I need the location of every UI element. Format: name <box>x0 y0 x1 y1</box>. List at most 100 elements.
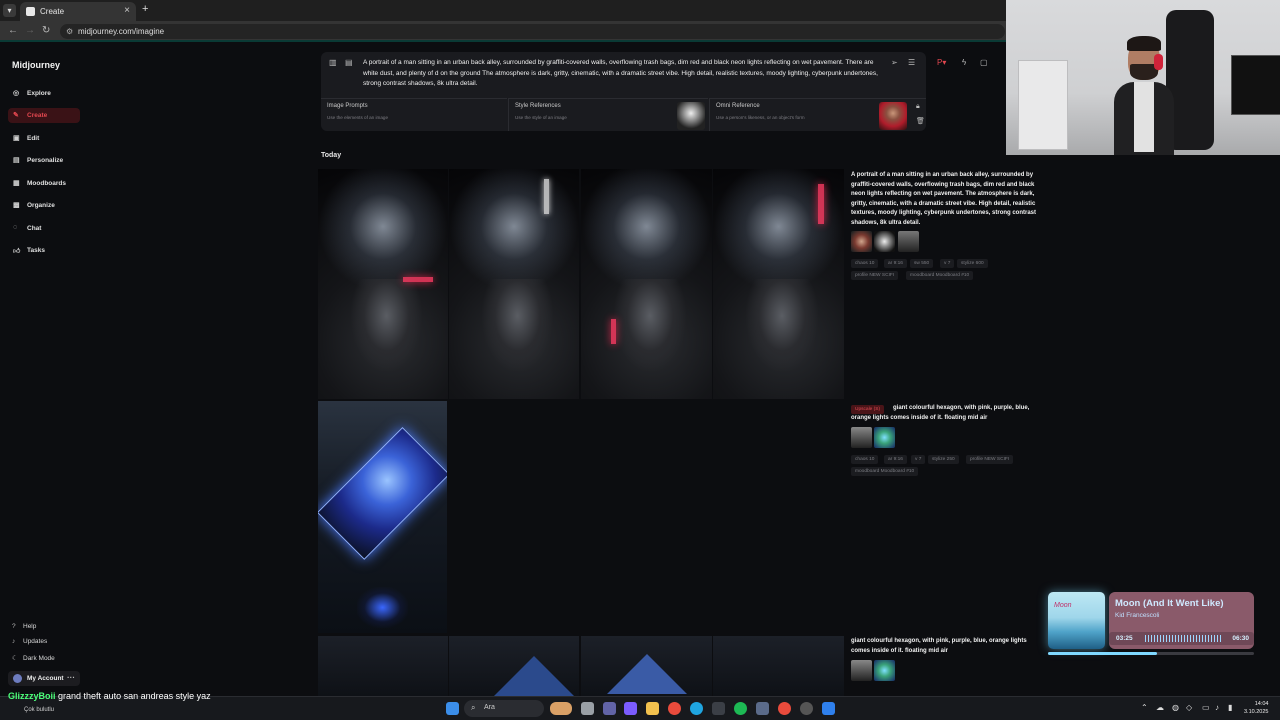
monitor <box>1231 55 1280 115</box>
new-tab-button[interactable]: + <box>142 3 148 15</box>
app-icon[interactable] <box>756 702 769 715</box>
settings-sliders-icon[interactable]: ☰ <box>908 58 915 67</box>
sidebar-item-help[interactable]: ? Help <box>12 623 36 630</box>
file-explorer-icon[interactable] <box>646 702 659 715</box>
forward-icon[interactable]: → <box>25 25 35 36</box>
chrome-icon[interactable] <box>668 702 681 715</box>
store-icon[interactable] <box>712 702 725 715</box>
system-clock[interactable]: 14:04 3.10.2025 <box>1244 700 1268 716</box>
generated-image[interactable] <box>713 636 844 696</box>
copilot-icon[interactable] <box>624 702 637 715</box>
sidebar-item-dark-mode[interactable]: ☾ Dark Mode <box>12 654 55 662</box>
site-info-icon[interactable]: ⚙ <box>66 27 73 36</box>
omni-reference-thumbnail[interactable] <box>879 102 907 130</box>
address-bar[interactable]: ⚙ midjourney.com/imagine <box>60 24 1005 39</box>
prompt-input[interactable]: A portrait of a man sitting in an urban … <box>363 58 888 90</box>
personalize-toggle-icon[interactable]: P▾ <box>937 58 946 67</box>
param-chip[interactable]: profile NEW SCIFI <box>851 271 899 280</box>
generated-image[interactable] <box>581 169 712 399</box>
reference-thumbnail[interactable] <box>874 427 895 448</box>
sidebar-item-create[interactable]: ✎ Create <box>8 108 80 123</box>
param-chip[interactable]: moodboard Moodboard #10 <box>906 271 974 280</box>
task-view-icon[interactable] <box>581 702 594 715</box>
style-references-panel[interactable]: Style References Use the style of an ima… <box>508 98 708 131</box>
sidebar-item-organize[interactable]: ▩ Organize <box>8 198 80 213</box>
sidebar-item-updates[interactable]: ♪ Updates <box>12 638 47 645</box>
param-chip[interactable]: stylize 250 <box>928 455 959 464</box>
sidebar-item-explore[interactable]: ◎ Explore <box>8 86 80 101</box>
cloud-icon[interactable]: ☁ <box>1156 703 1164 712</box>
obs-icon[interactable] <box>800 702 813 715</box>
volume-icon[interactable]: ♪ <box>1215 703 1219 712</box>
back-icon[interactable]: ← <box>8 25 18 36</box>
generated-image[interactable] <box>318 401 447 633</box>
param-chip[interactable]: moodboard Moodboard #10 <box>851 467 919 476</box>
tab-menu-button[interactable]: ▾ <box>3 4 16 17</box>
param-chip[interactable]: v 7 <box>940 259 955 268</box>
param-chip[interactable]: stylize 600 <box>957 259 988 268</box>
generated-image[interactable] <box>449 169 579 399</box>
more-icon[interactable]: ··· <box>67 673 75 682</box>
job-prompt[interactable]: giant colourful hexagon, with pink, purp… <box>851 637 1046 656</box>
generated-image[interactable] <box>318 169 448 399</box>
param-chip[interactable]: ar 9:16 <box>884 259 907 268</box>
image-upload-icon[interactable]: ▥ <box>329 58 337 67</box>
battery-icon[interactable]: ▮ <box>1228 703 1232 712</box>
app-tray-icon[interactable]: ◇ <box>1186 703 1192 712</box>
reference-thumbnail[interactable] <box>874 231 895 252</box>
neon-sign <box>544 179 549 214</box>
my-account-button[interactable]: My Account ··· <box>8 671 80 686</box>
trash-icon[interactable]: 🗑︎ <box>916 117 925 125</box>
close-tab-icon[interactable]: × <box>124 5 130 16</box>
taskbar-search[interactable]: ⌕ Ara <box>464 700 544 717</box>
style-reference-thumbnail[interactable] <box>677 102 705 130</box>
clock-time: 14:04 <box>1254 701 1269 707</box>
reference-thumbnail[interactable] <box>874 660 895 681</box>
reference-thumbnail[interactable] <box>851 231 872 252</box>
speed-icon[interactable]: ϟ <box>962 58 966 67</box>
windows-start-icon[interactable] <box>446 702 459 715</box>
job-prompt[interactable]: giant colourful hexagon, with pink, purp… <box>851 404 1046 423</box>
brand-logo[interactable]: Midjourney <box>12 60 60 70</box>
prompt-mode-icon[interactable]: ▤ <box>345 58 353 67</box>
send-icon[interactable]: ➢ <box>891 58 898 67</box>
app-icon[interactable] <box>822 702 835 715</box>
job-prompt[interactable]: A portrait of a man sitting in an urban … <box>851 171 1046 228</box>
generated-image[interactable] <box>449 636 579 696</box>
image-prompts-title: Image Prompts <box>327 103 368 109</box>
tray-expand-icon[interactable]: ⌃ <box>1141 703 1148 712</box>
browser-tab[interactable]: Create × <box>20 2 136 21</box>
image-prompts-panel[interactable]: Image Prompts Use the elements of an ima… <box>321 98 507 131</box>
chat-mode-icon[interactable]: ▢ <box>980 58 988 67</box>
generated-image[interactable] <box>581 636 712 696</box>
chrome-profile-icon[interactable] <box>778 702 791 715</box>
reference-thumbnail[interactable] <box>851 660 872 681</box>
sidebar-item-moodboards[interactable]: ▦ Moodboards <box>8 176 80 191</box>
param-chip[interactable]: profile NEW SCIFI <box>966 455 1014 464</box>
spotify-icon[interactable] <box>734 702 747 715</box>
sidebar-item-chat[interactable]: ◌ Chat <box>8 221 80 236</box>
paintbrush-icon: ✎ <box>13 112 19 119</box>
param-chip[interactable]: chaos 10 <box>851 259 879 268</box>
generated-image[interactable] <box>318 636 448 696</box>
network-icon[interactable]: ▭ <box>1202 703 1210 712</box>
sidebar-item-personalize[interactable]: ▤ Personalize <box>8 153 80 168</box>
lock-icon[interactable]: 🔒︎ <box>916 103 920 111</box>
param-chip[interactable]: sw 550 <box>910 259 934 268</box>
param-chip[interactable]: v 7 <box>911 455 926 464</box>
reload-icon[interactable]: ↻ <box>42 25 50 36</box>
hexagon-crystal <box>318 427 447 561</box>
sidebar-item-tasks[interactable]: 👍︎ Tasks <box>8 243 80 258</box>
reference-thumbnail[interactable] <box>898 231 919 252</box>
reference-thumbnail[interactable] <box>851 427 872 448</box>
teams-icon[interactable] <box>603 702 616 715</box>
pyramid-shape <box>607 654 687 694</box>
param-chip[interactable]: chaos 10 <box>851 455 879 464</box>
omni-reference-panel[interactable]: Omni Reference Use a person's likeness, … <box>709 98 926 131</box>
widget-icon[interactable] <box>550 702 572 715</box>
sidebar-item-edit[interactable]: ▣ Edit <box>8 131 80 146</box>
param-chip[interactable]: ar 9:16 <box>884 455 907 464</box>
generated-image[interactable] <box>713 169 844 399</box>
mic-icon[interactable]: ◍ <box>1172 703 1179 712</box>
edge-icon[interactable] <box>690 702 703 715</box>
